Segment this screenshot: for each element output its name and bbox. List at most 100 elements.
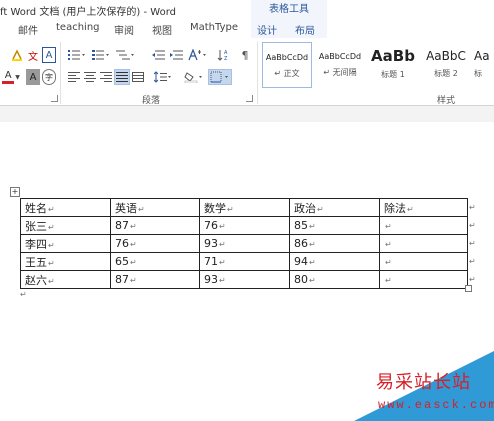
table-cell[interactable]: 93↵	[199, 234, 290, 253]
style-heading-2[interactable]: AaBbC 标题 2	[421, 42, 471, 88]
style-normal[interactable]: AaBbCcDd ↵ 正文	[262, 42, 312, 88]
table-cell[interactable]: 姓名↵	[20, 198, 111, 217]
cell-mark-icon: ↵	[130, 240, 137, 249]
cell-mark-icon: ↵	[317, 204, 324, 214]
table-cell[interactable]: 英语↵	[110, 198, 200, 217]
increase-indent-icon[interactable]	[168, 47, 184, 63]
style-preview: AaBb	[371, 47, 415, 65]
align-left-icon[interactable]	[66, 69, 82, 85]
table-cell[interactable]: 76↵	[199, 216, 290, 235]
style-name-text: 正文	[283, 69, 300, 78]
tab-mathtype[interactable]: MathType	[190, 22, 238, 33]
table-cell[interactable]: 86↵	[289, 234, 380, 253]
tab-view[interactable]: 视图	[152, 22, 172, 37]
asian-layout-icon[interactable]	[186, 47, 210, 63]
style-name: 标题 2	[434, 69, 458, 78]
table-cell[interactable]: 除法↵	[379, 198, 468, 217]
window-title: ft Word 文档 (用户上次保存的) - Word	[0, 7, 176, 18]
pinyin-guide-icon[interactable]: 文	[26, 47, 40, 63]
table-cell[interactable]: 数学↵	[199, 198, 290, 217]
cell-mark-icon: ↵	[48, 222, 55, 232]
table-header-row: 姓名↵ 英语↵ 数学↵ 政治↵ 除法↵	[20, 198, 468, 217]
table-cell[interactable]: 94↵	[289, 252, 380, 271]
table-tools-tabs: 设计 布局	[251, 19, 327, 38]
align-center-icon[interactable]	[82, 69, 98, 85]
cell-mark-icon: ↵	[309, 276, 316, 285]
tab-teaching[interactable]: teaching	[56, 22, 100, 33]
table-move-handle-icon[interactable]: +	[10, 187, 20, 197]
cell-text: 93	[204, 237, 218, 250]
table-cell[interactable]: ↵	[379, 234, 468, 253]
cell-mark-icon: ↵	[130, 276, 137, 285]
table-cell[interactable]: 85↵	[289, 216, 380, 235]
table-cell[interactable]: 王五↵	[20, 252, 111, 271]
table-cell[interactable]: ↵	[379, 270, 468, 289]
pilcrow-glyph: ¶	[241, 48, 249, 62]
cell-text: 65	[115, 255, 129, 268]
group-separator	[60, 42, 61, 104]
table-cell[interactable]: 李四↵	[20, 234, 111, 253]
cell-mark-icon: ↵	[219, 258, 226, 267]
font-color-icon[interactable]: A ▼	[2, 69, 20, 85]
cell-text: 87	[115, 273, 129, 286]
word-window: ft Word 文档 (用户上次保存的) - Word 表格工具 邮件 teac…	[0, 0, 494, 421]
font-dialog-launcher-icon[interactable]	[51, 95, 58, 102]
score-table[interactable]: 姓名↵ 英语↵ 数学↵ 政治↵ 除法↵ 张三↵ 87↵ 76↵ 85↵ ↵ 李四…	[20, 198, 468, 289]
table-resize-handle-icon[interactable]	[465, 285, 472, 292]
cell-mark-icon: ↵	[130, 258, 137, 267]
table-cell[interactable]: 赵六↵	[20, 270, 111, 289]
enclose-characters-icon[interactable]: 字	[42, 69, 56, 85]
cell-text: 数学	[204, 201, 226, 215]
character-border-icon[interactable]: A	[42, 47, 56, 63]
cell-text: 93	[204, 273, 218, 286]
table-cell[interactable]: 65↵	[110, 252, 200, 271]
highlight-icon[interactable]	[10, 47, 24, 63]
tab-table-layout[interactable]: 布局	[295, 22, 315, 37]
table-cell[interactable]: 87↵	[110, 270, 200, 289]
tab-table-design[interactable]: 设计	[257, 22, 277, 37]
table-cell[interactable]: 93↵	[199, 270, 290, 289]
bullets-icon[interactable]	[66, 47, 88, 63]
cell-mark-icon: ↵	[385, 222, 392, 231]
justify-icon[interactable]	[114, 69, 130, 85]
style-heading-1[interactable]: AaBb 标题 1	[368, 42, 418, 88]
cell-mark-icon: ↵	[130, 222, 137, 231]
table-cell[interactable]: ↵	[379, 216, 468, 235]
font-color-swatch	[2, 80, 15, 84]
document-background	[0, 106, 494, 122]
style-name: ↵ 无间隔	[323, 68, 357, 77]
style-no-spacing[interactable]: AaBbCcDd ↵ 无间隔	[315, 42, 365, 88]
row-end-mark-icon: ↵	[469, 203, 476, 212]
numbering-icon[interactable]	[90, 47, 112, 63]
table-cell[interactable]: 80↵	[289, 270, 380, 289]
group-separator	[257, 42, 258, 104]
align-right-icon[interactable]	[98, 69, 114, 85]
style-preview: AaBbC	[426, 49, 466, 63]
font-color-letter: A	[4, 69, 12, 81]
character-shading-icon[interactable]: A	[26, 69, 40, 85]
distributed-icon[interactable]	[130, 69, 146, 85]
paragraph-dialog-launcher-icon[interactable]	[246, 95, 253, 102]
show-formatting-marks-icon[interactable]: ¶	[238, 47, 252, 63]
shading-icon[interactable]	[182, 69, 206, 85]
watermark-url: www.easck.com	[378, 398, 494, 412]
table-cell[interactable]: ↵	[379, 252, 468, 271]
tab-mailings[interactable]: 邮件	[18, 22, 38, 37]
style-name: 标	[474, 69, 482, 78]
table-cell[interactable]: 71↵	[199, 252, 290, 271]
multilevel-list-icon[interactable]	[114, 47, 138, 63]
font-color-glyph: A	[2, 69, 15, 84]
style-title[interactable]: Aa 标	[474, 42, 494, 88]
line-spacing-icon[interactable]	[152, 69, 174, 85]
decrease-indent-icon[interactable]	[150, 47, 166, 63]
table-cell[interactable]: 76↵	[110, 234, 200, 253]
table-cell[interactable]: 87↵	[110, 216, 200, 235]
borders-icon[interactable]	[208, 69, 232, 85]
tab-review[interactable]: 审阅	[114, 22, 134, 37]
table-cell[interactable]: 政治↵	[289, 198, 380, 217]
cell-mark-icon: ↵	[138, 204, 145, 214]
cell-text: 86	[294, 237, 308, 250]
sort-icon[interactable]: AZ	[216, 47, 232, 63]
style-name: 标题 1	[381, 70, 405, 79]
table-cell[interactable]: 张三↵	[20, 216, 111, 235]
